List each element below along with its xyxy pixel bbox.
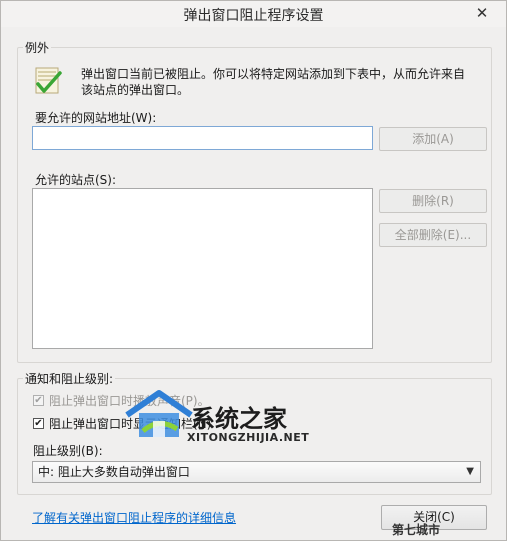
info-text-line2: 该站点的弹出窗口。 bbox=[81, 83, 190, 97]
notification-group-label: 通知和阻止级别: bbox=[23, 370, 116, 387]
show-notification-bar-checkbox[interactable]: ✔ bbox=[33, 418, 44, 429]
watermark-corner: 第七城市 bbox=[392, 523, 441, 537]
window-title: 弹出窗口阻止程序设置 bbox=[183, 8, 324, 24]
title-bar: 弹出窗口阻止程序设置 ✕ bbox=[1, 1, 506, 27]
close-icon[interactable]: ✕ bbox=[466, 3, 498, 23]
shield-check-icon bbox=[35, 67, 62, 94]
block-level-value: 中: 阻止大多数自动弹出窗口 bbox=[38, 465, 190, 479]
play-sound-checkbox[interactable]: ✔ bbox=[33, 395, 44, 406]
sites-label: 允许的站点(S): bbox=[35, 173, 117, 187]
block-level-label: 阻止级别(B): bbox=[33, 444, 103, 458]
watermark-brand: 系统之家 bbox=[191, 405, 287, 433]
popup-blocker-settings-window: 弹出窗口阻止程序设置 ✕ 例外 弹出窗口当前已被阻止。你可以将特定网站添加到下表… bbox=[0, 0, 507, 541]
chevron-down-icon: ▼ bbox=[466, 466, 474, 477]
info-text-line1: 弹出窗口当前已被阻止。你可以将特定网站添加到下表中，从而允许来自 bbox=[81, 67, 466, 81]
remove-button[interactable]: 删除(R) bbox=[379, 189, 487, 213]
address-label: 要允许的网站地址(W): bbox=[35, 111, 157, 125]
block-level-select[interactable]: 中: 阻止大多数自动弹出窗口 ▼ bbox=[32, 461, 481, 483]
exceptions-group-label: 例外 bbox=[23, 39, 52, 56]
remove-all-button[interactable]: 全部删除(E)... bbox=[379, 223, 487, 247]
watermark-url: XITONGZHIJIA.NET bbox=[187, 431, 310, 444]
allowed-sites-list[interactable] bbox=[32, 188, 373, 349]
learn-more-link[interactable]: 了解有关弹出窗口阻止程序的详细信息 bbox=[32, 509, 236, 526]
address-input[interactable] bbox=[32, 126, 373, 150]
add-button[interactable]: 添加(A) bbox=[379, 127, 487, 151]
